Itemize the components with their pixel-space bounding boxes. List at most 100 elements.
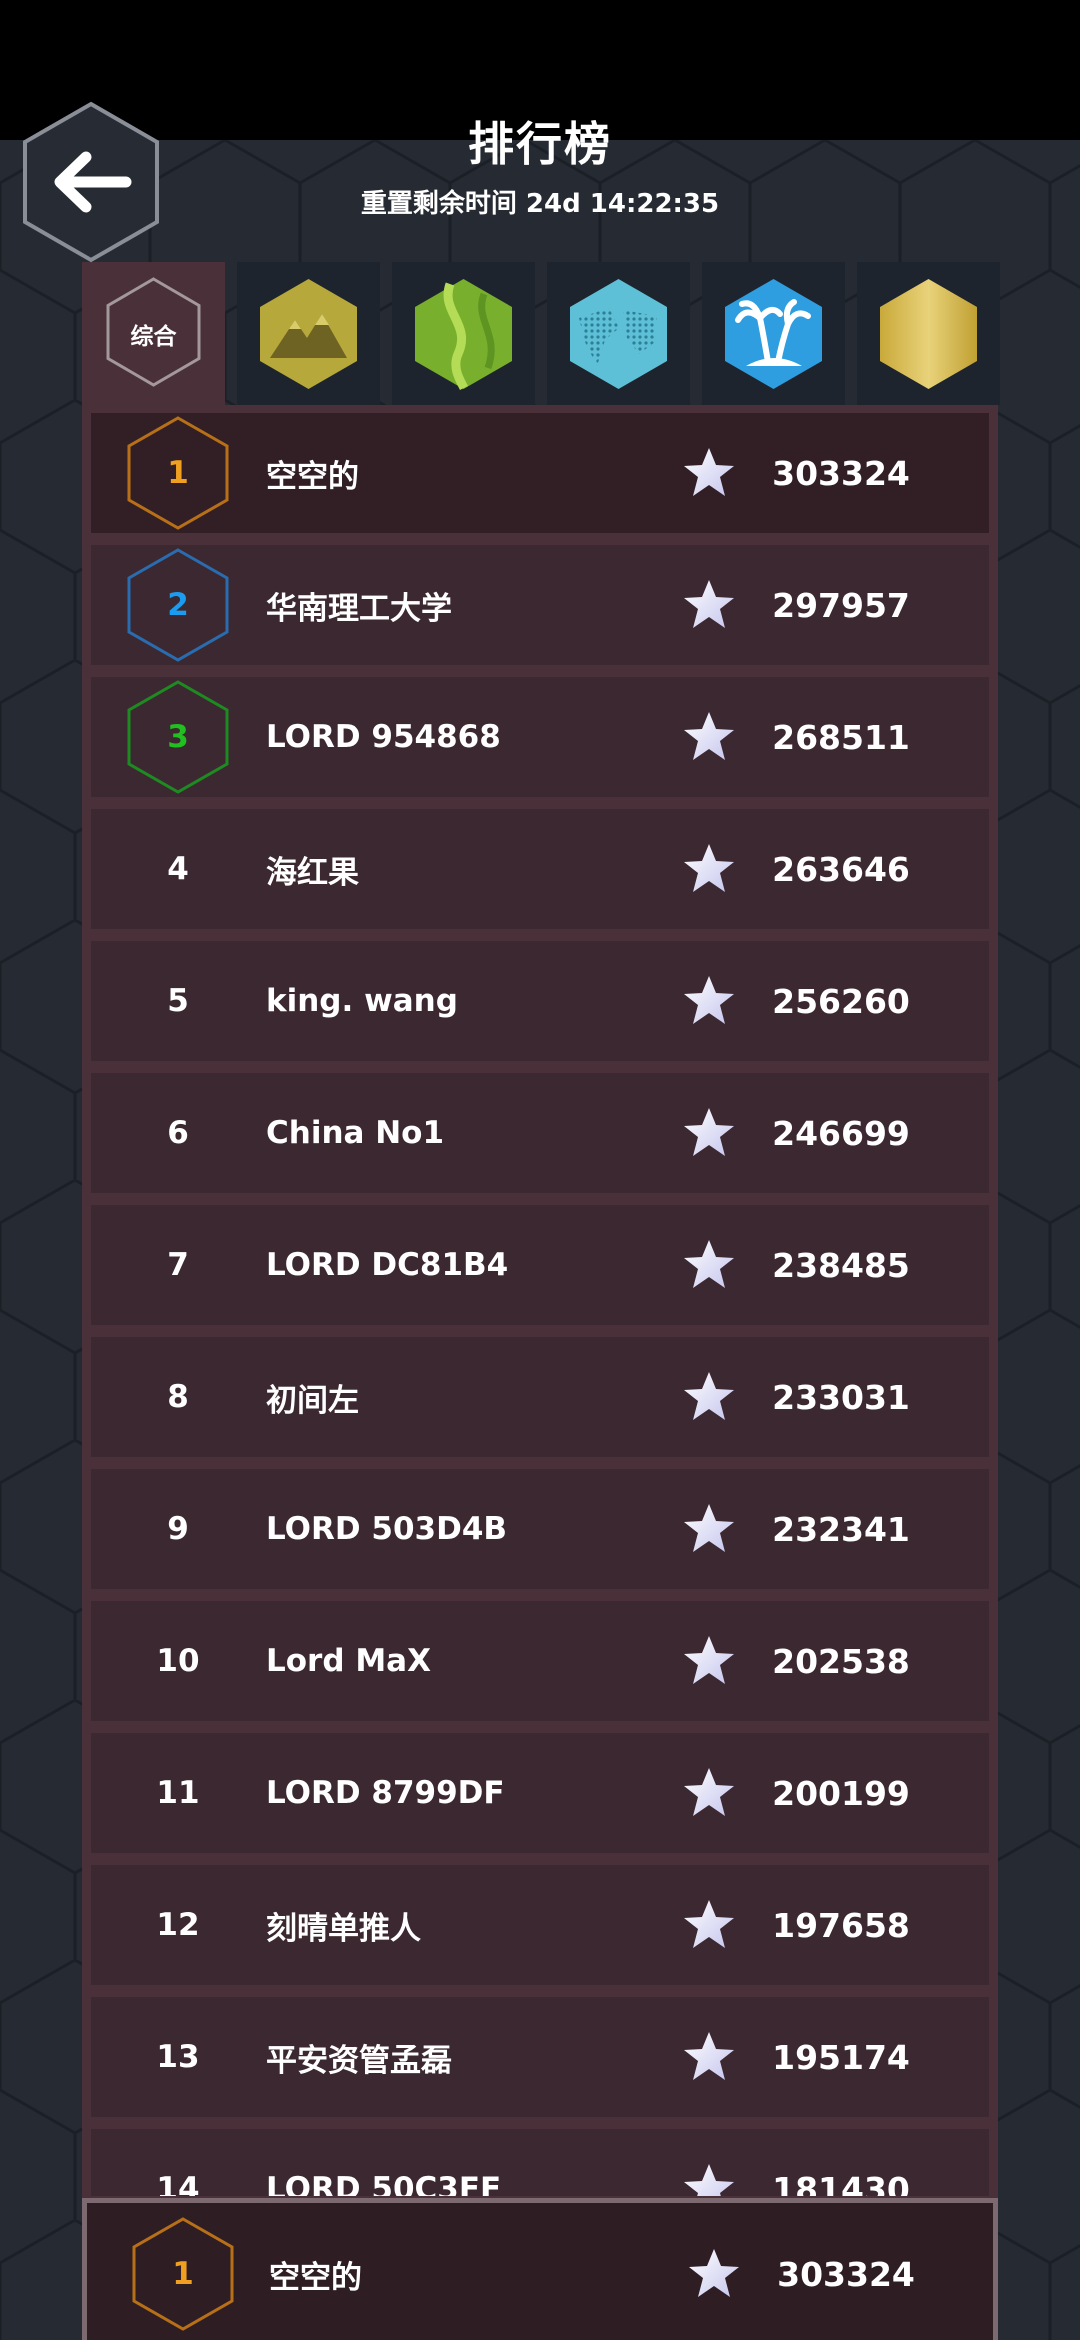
rank-badge: 6 [122,1073,234,1193]
gold-icon [880,279,977,389]
player-score: 256260 [772,981,910,1021]
leaderboard-row-1[interactable]: 1 空空的 303324 [91,413,989,533]
rank-badge: 1 [122,413,234,533]
player-name: LORD 50C3FF [266,2171,502,2196]
rank-number: 7 [167,1247,189,1283]
leaderboard-row-11[interactable]: 11 LORD 8799DF 200199 [91,1733,989,1853]
leaderboard-row-2[interactable]: 2 华南理工大学 297957 [91,545,989,665]
star-icon [684,2164,734,2196]
player-name: LORD DC81B4 [266,1247,509,1283]
rank-badge: 11 [122,1733,234,1853]
player-score: 263646 [772,849,910,889]
rank-badge: 14 [122,2129,234,2196]
player-score: 246699 [772,1113,910,1153]
tab-gold[interactable] [857,262,1000,405]
star-icon [684,712,734,760]
tab-island[interactable] [702,262,845,405]
leaderboard-list[interactable]: 1 空空的 303324 2 华南理工大学 297957 3 LORD 9548… [91,413,989,2196]
rank-number: 11 [156,1775,200,1811]
leaderboard-row-13[interactable]: 13 平安资管孟磊 195174 [91,1997,989,2117]
rank-badge: 5 [122,941,234,1061]
rank-badge: 8 [122,1337,234,1457]
reset-timer: 重置剩余时间 24d 14:22:35 [360,189,720,219]
rank-badge: 4 [122,809,234,929]
rank-badge: 13 [122,1997,234,2117]
player-score: 233031 [772,1377,910,1417]
page-title: 排行榜 [468,117,612,171]
rank-number: 14 [156,2171,200,2196]
star-icon [684,1108,734,1156]
rank-number: 1 [167,455,189,491]
tab-world[interactable] [547,262,690,405]
rank-badge: 10 [122,1601,234,1721]
leaderboard-row-4[interactable]: 4 海红果 263646 [91,809,989,929]
rank-number: 9 [167,1511,189,1547]
tab-overall-label: 综合 [130,323,177,350]
star-icon [684,976,734,1024]
rank-number: 3 [167,719,189,755]
star-icon [684,580,734,628]
player-name: 华南理工大学 [266,590,452,627]
player-name: LORD 503D4B [266,1511,508,1547]
rank-badge: 3 [122,677,234,797]
player-name: 海红果 [266,854,359,891]
rank-badge: 7 [122,1205,234,1325]
player-name: China No1 [266,1115,445,1151]
leaderboard-row-6[interactable]: 6 China No1 246699 [91,1073,989,1193]
player-score: 268511 [772,717,910,757]
rank-number: 1 [172,2256,194,2292]
player-name: 空空的 [266,458,359,495]
star-icon [684,1768,734,1816]
player-score: 200199 [772,1773,910,1813]
rank-number: 12 [156,1907,200,1943]
grassland-icon [415,279,512,391]
player-score: 303324 [777,2254,915,2294]
tab-mountain[interactable] [237,262,380,405]
player-name: LORD 954868 [266,719,501,755]
rank-number: 10 [156,1643,200,1679]
player-score: 202538 [772,1641,910,1681]
player-score: 238485 [772,1245,910,1285]
rank-number: 13 [156,2039,200,2075]
star-icon [689,2249,739,2297]
leaderboard-row-10[interactable]: 10 Lord MaX 202538 [91,1601,989,1721]
player-score: 303324 [772,453,910,493]
palm-island-icon [725,279,822,389]
category-tabs: 综合 [82,262,1000,405]
world-map-icon [570,279,667,389]
rank-badge: 1 [127,2214,239,2334]
leaderboard-row-8[interactable]: 8 初间左 233031 [91,1337,989,1457]
leaderboard-row-14[interactable]: 14 LORD 50C3FF 181430 [91,2129,989,2196]
star-icon [684,1636,734,1684]
player-name: Lord MaX [266,1643,431,1679]
tab-grassland[interactable] [392,262,535,405]
rank-number: 6 [167,1115,189,1151]
mountain-icon [260,279,357,389]
leaderboard-row-3[interactable]: 3 LORD 954868 268511 [91,677,989,797]
star-icon [684,1372,734,1420]
player-name: 初间左 [266,1382,359,1419]
star-icon [684,1900,734,1948]
player-name: LORD 8799DF [266,1775,505,1811]
player-name: king. wang [266,983,458,1019]
player-score: 181430 [772,2169,910,2197]
player-score: 197658 [772,1905,910,1945]
rank-number: 5 [167,983,189,1019]
player-score: 297957 [772,585,910,625]
leaderboard-row-5[interactable]: 5 king. wang 256260 [91,941,989,1061]
leaderboard-row-12[interactable]: 12 刻晴单推人 197658 [91,1865,989,1985]
player-name: 平安资管孟磊 [266,2042,452,2079]
leaderboard-row-7[interactable]: 7 LORD DC81B4 238485 [91,1205,989,1325]
tab-overall[interactable]: 综合 [82,262,225,405]
rank-number: 2 [167,587,189,623]
leaderboard-row-9[interactable]: 9 LORD 503D4B 232341 [91,1469,989,1589]
rank-badge: 2 [122,545,234,665]
rank-badge: 12 [122,1865,234,1985]
player-name: 空空的 [269,2259,362,2296]
star-icon [684,1240,734,1288]
player-name: 刻晴单推人 [266,1910,421,1947]
my-rank-row[interactable]: 1 空空的 303324 [82,2198,998,2340]
star-icon [684,448,734,496]
star-icon [684,2032,734,2080]
rank-number: 8 [167,1379,189,1415]
